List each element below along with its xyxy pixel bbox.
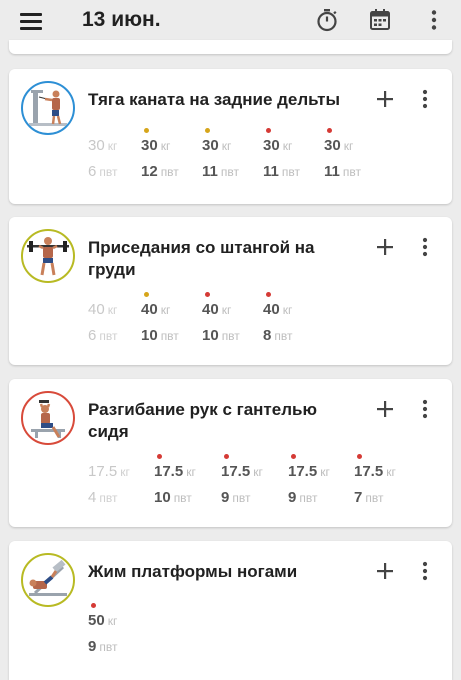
app-bar: 13 июн. — [0, 0, 461, 44]
set-status-dot — [205, 292, 210, 297]
set-status-dot — [266, 128, 271, 133]
timer-icon[interactable] — [313, 6, 341, 34]
set-status-dot — [327, 128, 332, 133]
previous-card-edge — [9, 40, 452, 54]
exercise-menu-icon[interactable] — [415, 235, 435, 259]
exercise-menu-icon[interactable] — [415, 559, 435, 583]
set-status-dot — [144, 292, 149, 297]
set-status-dot — [205, 128, 210, 133]
exercise-menu-icon[interactable] — [415, 87, 435, 111]
add-set-button[interactable] — [373, 87, 397, 111]
exercise-name[interactable]: Тяга каната на задние дельты — [88, 89, 358, 111]
exercise-name[interactable]: Разгибание рук с гантелью сидя — [88, 399, 358, 443]
set-status-dot — [266, 292, 271, 297]
exercise-thumbnail — [21, 81, 75, 135]
exercise-name[interactable]: Приседания со штангой на груди — [88, 237, 358, 281]
add-set-button[interactable] — [373, 235, 397, 259]
exercise-card[interactable]: Разгибание рук с гантелью сидя 17.5 кг 4п… — [9, 379, 452, 527]
exercise-card[interactable]: Тяга каната на задние дельты 30 кг 6 пвт 3… — [9, 69, 452, 204]
exercise-menu-icon[interactable] — [415, 397, 435, 421]
exercise-name[interactable]: Жим платформы ногами — [88, 561, 358, 583]
add-set-button[interactable] — [373, 559, 397, 583]
exercise-thumbnail — [21, 391, 75, 445]
set-status-dot — [291, 454, 296, 459]
add-set-button[interactable] — [373, 397, 397, 421]
date-title[interactable]: 13 июн. — [82, 8, 161, 32]
exercise-card[interactable]: Приседания со штангой на груди 40 кг 6 пвт… — [9, 217, 452, 365]
exercise-thumbnail — [21, 229, 75, 283]
overflow-menu-icon[interactable] — [420, 6, 448, 34]
set-status-dot — [157, 454, 162, 459]
set-status-dot — [224, 454, 229, 459]
menu-icon[interactable] — [18, 10, 44, 32]
exercise-card[interactable]: Жим платформы ногами 50 кг 9 пвт — [9, 541, 452, 680]
exercise-thumbnail — [21, 553, 75, 607]
set-status-dot — [91, 603, 96, 608]
calendar-icon[interactable] — [366, 6, 394, 34]
set-status-dot — [357, 454, 362, 459]
set-status-dot — [144, 128, 149, 133]
